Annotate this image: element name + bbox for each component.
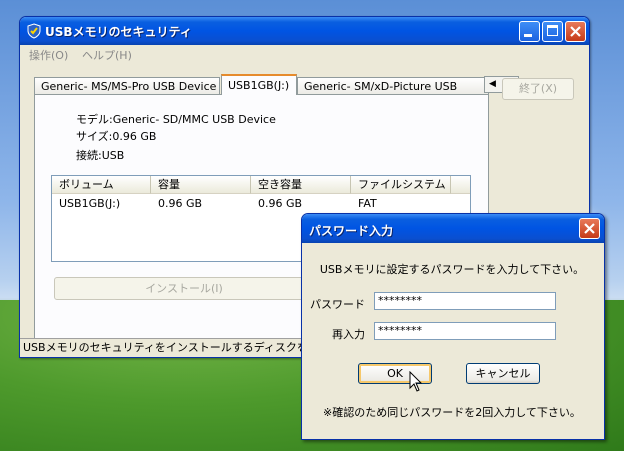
minimize-icon — [524, 34, 532, 37]
column-header-free-space[interactable]: 空き容量 — [251, 176, 351, 194]
cancel-button[interactable]: キャンセル — [466, 363, 540, 384]
maximize-button[interactable] — [542, 21, 563, 42]
dialog-title: パスワード入力 — [309, 224, 394, 238]
install-button[interactable]: インストール(I) — [54, 277, 314, 300]
close-icon — [570, 26, 581, 37]
dialog-close-button[interactable] — [579, 218, 600, 239]
reenter-password-label: 再入力 — [332, 328, 365, 341]
tab-sm-xd-device[interactable]: Generic- SM/xD-Picture USB — [297, 77, 489, 94]
tab-label: Generic- SM/xD-Picture USB — [304, 80, 458, 93]
scroll-left-icon[interactable]: ◀ — [489, 78, 496, 90]
mouse-cursor-icon — [409, 371, 423, 392]
column-header-filesystem[interactable]: ファイルシステム — [351, 176, 451, 194]
minimize-button[interactable] — [519, 21, 540, 42]
maximize-icon — [547, 25, 558, 36]
cell-volume: USB1GB(J:) — [59, 197, 121, 210]
reenter-password-field[interactable]: ******** — [374, 322, 556, 340]
menubar: 操作(O) ヘルプ(H) — [20, 45, 589, 63]
cell-capacity: 0.96 GB — [158, 197, 203, 210]
tab-label: USB1GB(J:) — [228, 79, 290, 92]
close-button[interactable] — [565, 21, 586, 42]
password-field[interactable]: ******** — [374, 292, 556, 310]
device-model: モデル:Generic- SD/MMC USB Device — [76, 113, 276, 126]
cell-free-space: 0.96 GB — [258, 197, 303, 210]
device-connection: 接続:USB — [76, 149, 125, 162]
main-window-title: USBメモリのセキュリティ — [45, 25, 192, 39]
tab-ms-device[interactable]: Generic- MS/MS-Pro USB Device — [34, 77, 220, 94]
device-size: サイズ:0.96 GB — [76, 130, 157, 143]
tab-label: Generic- MS/MS-Pro USB Device — [41, 80, 217, 93]
close-icon — [584, 223, 595, 234]
password-label: パスワード — [310, 298, 365, 311]
column-header-volume[interactable]: ボリューム — [52, 176, 151, 194]
dialog-note: ※確認のため同じパスワードを2回入力して下さい。 — [323, 406, 581, 419]
menu-help[interactable]: ヘルプ(H) — [82, 47, 132, 63]
column-header-capacity[interactable]: 容量 — [151, 176, 251, 194]
usb-shield-icon — [27, 23, 41, 39]
tab-usb1gb[interactable]: USB1GB(J:) — [221, 74, 297, 95]
password-dialog: パスワード入力 USBメモリに設定するパスワードを入力して下さい。 パスワード … — [301, 213, 605, 440]
cell-filesystem: FAT — [358, 197, 377, 210]
dialog-message: USBメモリに設定するパスワードを入力して下さい。 — [319, 263, 585, 276]
exit-button[interactable]: 終了(X) — [502, 78, 574, 100]
main-titlebar[interactable]: USBメモリのセキュリティ — [20, 17, 589, 45]
column-header-filler — [451, 176, 470, 194]
dialog-titlebar[interactable]: パスワード入力 — [302, 214, 604, 243]
menu-operation[interactable]: 操作(O) — [29, 47, 68, 63]
